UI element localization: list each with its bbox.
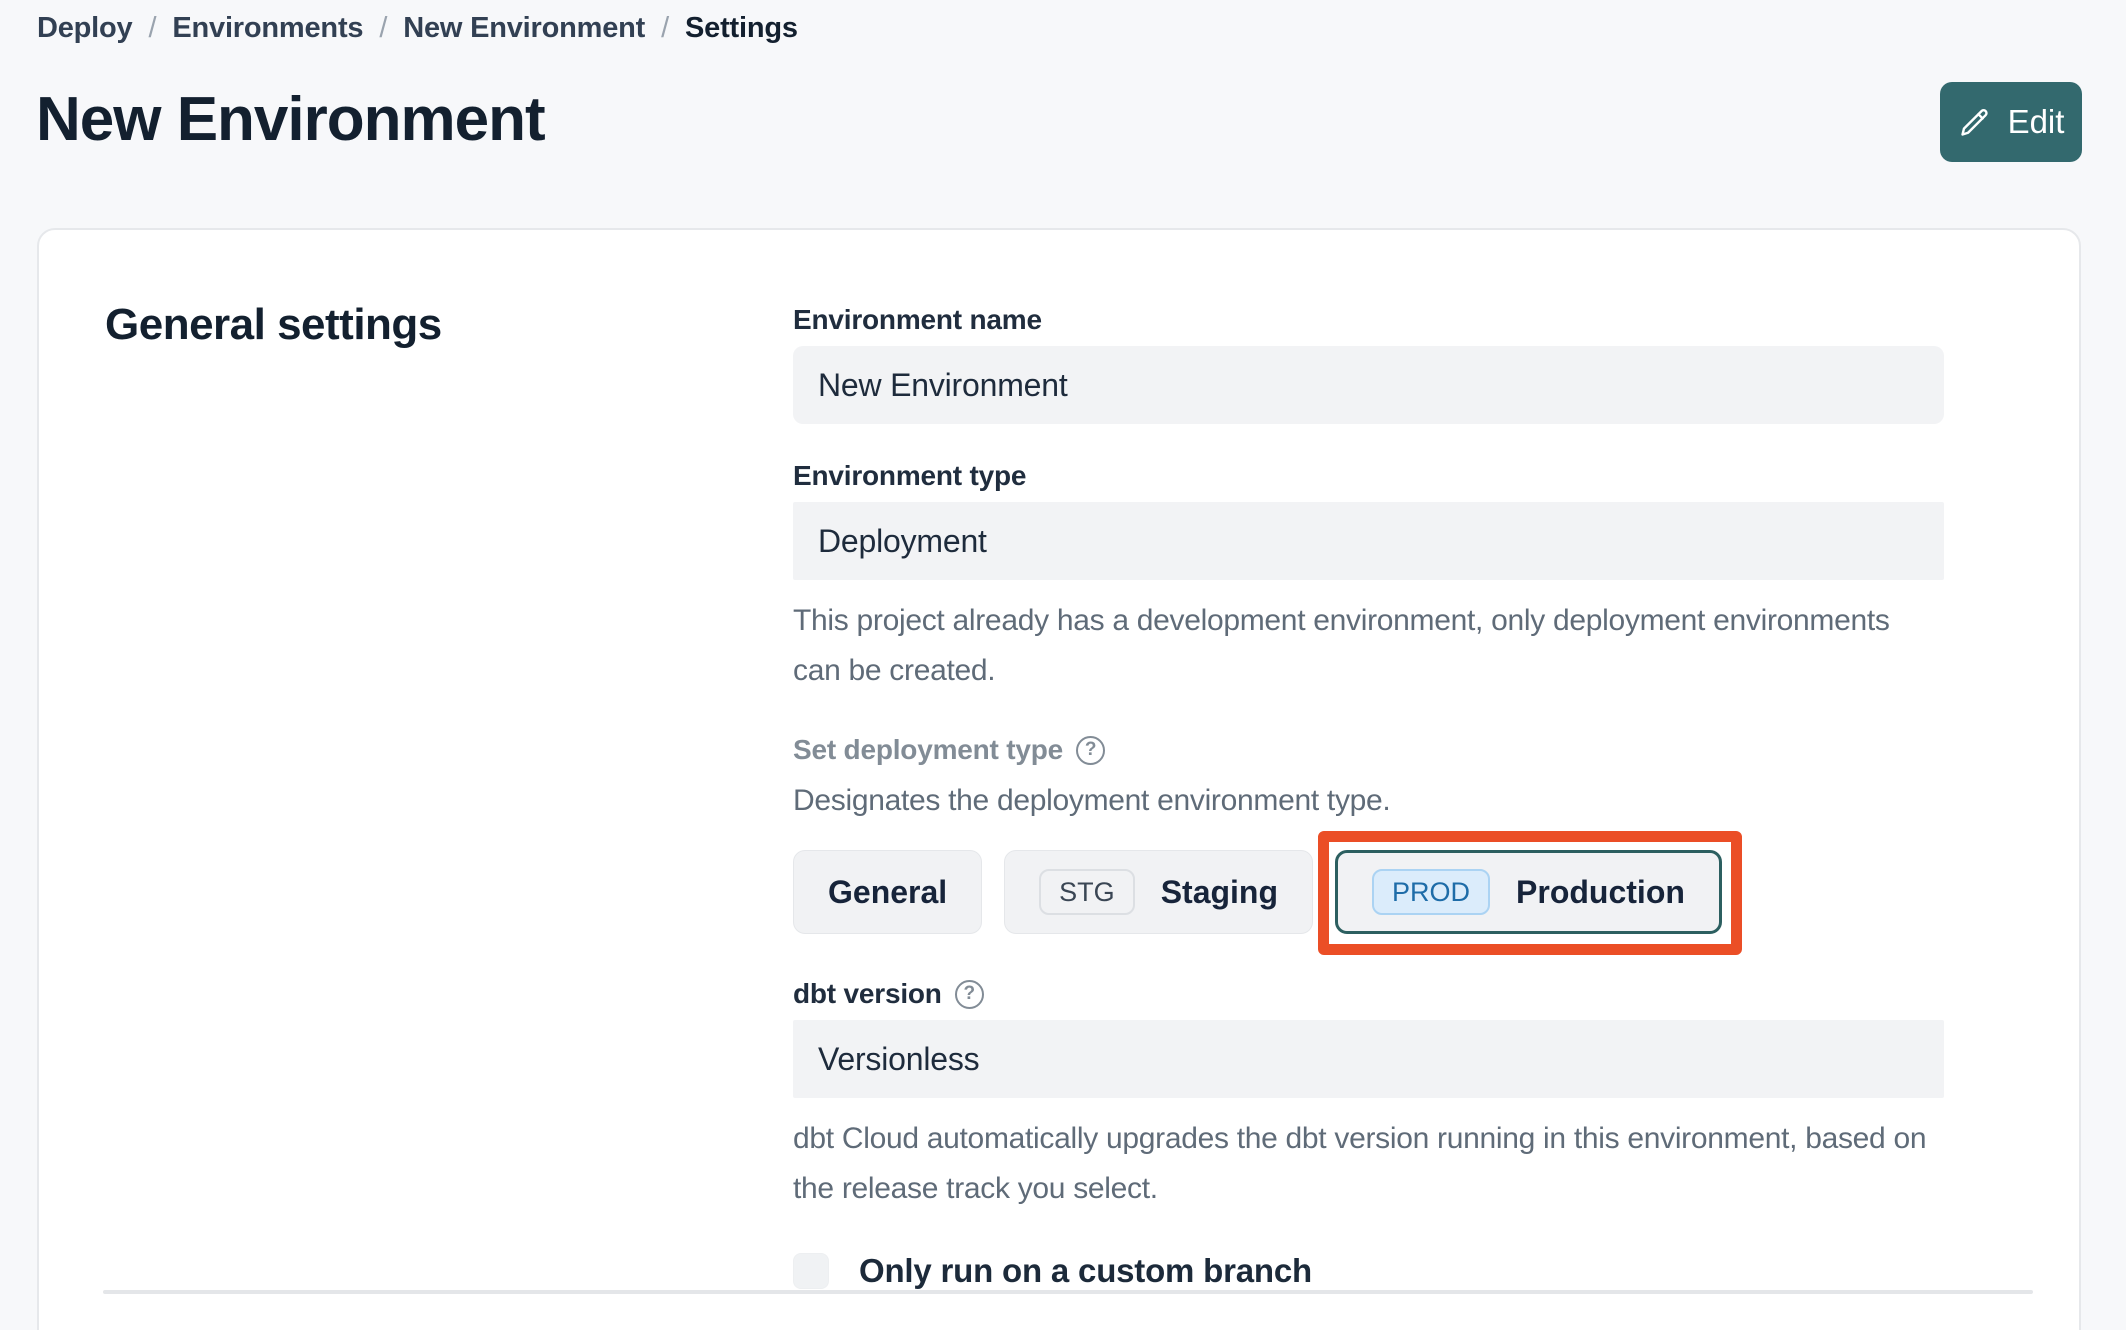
custom-branch-checkbox[interactable] [793,1253,829,1289]
breadcrumb-separator: / [661,12,669,44]
dbt-version-label-text: dbt version [793,978,942,1009]
environment-type-label: Environment type [793,460,1027,491]
breadcrumb-item-deploy[interactable]: Deploy [37,12,133,45]
dbt-version-field[interactable]: Versionless [793,1020,1944,1098]
environment-type-help-text: This project already has a development e… [793,604,1890,687]
general-settings-heading: General settings [105,300,442,349]
breadcrumb-item-environments[interactable]: Environments [172,12,363,45]
option-staging-button[interactable]: STG Staging [1004,850,1314,934]
breadcrumb: Deploy / Environments / New Environment … [37,12,798,45]
dbt-version-value: Versionless [818,1040,980,1077]
breadcrumb-separator: / [379,12,388,44]
edit-button-label: Edit [2007,103,2065,140]
help-icon[interactable]: ? [1076,735,1106,765]
production-option-wrapper: PROD Production [1318,831,1742,955]
pencil-icon [1958,105,1992,139]
dbt-version-label: dbt version ? [793,978,1944,1010]
environment-type-field[interactable]: Deployment [793,502,1944,580]
deployment-type-description: Designates the deployment environment ty… [793,784,1391,817]
option-general-label: General [828,873,948,910]
general-settings-card: General settings Environment name New En… [37,228,2081,1330]
breadcrumb-current-settings: Settings [685,12,798,44]
option-production-button[interactable]: PROD Production [1335,850,1722,934]
option-staging-label: Staging [1160,873,1279,910]
option-general-button[interactable]: General [793,850,983,934]
edit-button[interactable]: Edit [1940,82,2082,162]
staging-badge: STG [1039,869,1135,915]
settings-form: Environment name New Environment Environ… [793,304,1944,1290]
breadcrumb-item-new-environment[interactable]: New Environment [403,12,645,45]
custom-branch-label: Only run on a custom branch [859,1252,1312,1289]
custom-branch-row: Only run on a custom branch [793,1252,1944,1290]
environment-name-field[interactable]: New Environment [793,346,1944,424]
option-production-label: Production [1516,873,1685,910]
section-divider [103,1290,2033,1294]
environment-name-value: New Environment [818,366,1068,403]
deployment-type-options: General STG Staging PROD Production [793,831,1944,955]
breadcrumb-separator: / [148,12,157,44]
deployment-type-label-text: Set deployment type [793,734,1064,765]
page-title: New Environment [36,85,546,154]
deployment-type-label: Set deployment type ? [793,734,1944,766]
prod-badge: PROD [1372,869,1491,915]
environment-name-label: Environment name [793,304,1042,335]
environment-type-value: Deployment [818,522,987,559]
dbt-version-help-text: dbt Cloud automatically upgrades the dbt… [793,1122,1927,1205]
help-icon[interactable]: ? [954,979,984,1009]
